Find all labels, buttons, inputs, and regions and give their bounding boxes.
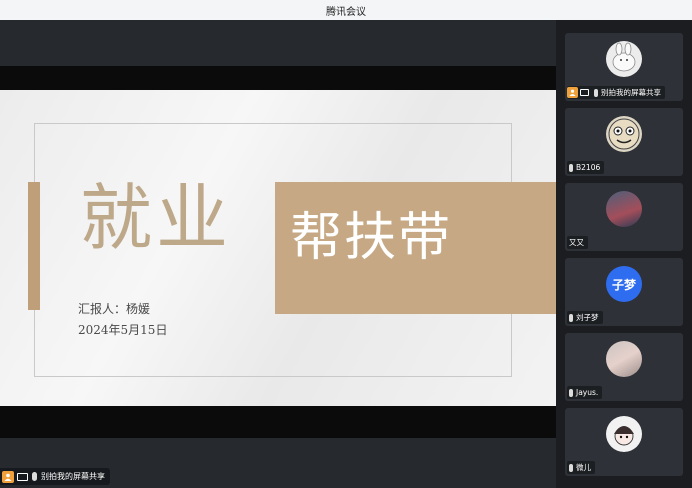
participant-tile[interactable]: 微儿 (565, 408, 683, 476)
participant-label: 刘子梦 (567, 311, 603, 324)
participant-tile[interactable]: Jayus. (565, 333, 683, 401)
participant-label: 微儿 (567, 461, 595, 474)
microphone-icon (569, 388, 573, 397)
avatar (606, 341, 642, 377)
shared-slide: 就业 帮扶带 汇报人：杨媛 2024年5月15日 (0, 90, 556, 406)
microphone-icon (569, 463, 573, 472)
slide-sub-title: 帮扶带 (290, 208, 453, 268)
avatar: 子梦 (606, 266, 642, 302)
screen-share-icon (580, 89, 589, 96)
avatar (606, 191, 642, 227)
participant-tile[interactable]: 子梦 刘子梦 (565, 258, 683, 326)
participant-label: B2106 (567, 161, 605, 174)
participant-label: 又又 (567, 236, 588, 249)
microphone-icon (594, 88, 598, 97)
host-icon (2, 470, 14, 483)
participant-label: 别拍我的屏幕共享 (567, 86, 665, 99)
participant-tile[interactable]: B2106 (565, 108, 683, 176)
avatar (606, 116, 642, 152)
participant-name: Jayus. (576, 388, 599, 397)
participant-label: Jayus. (567, 386, 603, 399)
sharer-name: 别拍我的屏幕共享 (41, 472, 105, 481)
slide-accent-bar (28, 182, 40, 310)
participant-tile[interactable]: 又又 (565, 183, 683, 251)
window-title: 腾讯会议 (326, 7, 366, 18)
slide-main-title: 就业 (80, 176, 233, 260)
screen-share-icon (17, 472, 28, 481)
microphone-icon (32, 472, 37, 481)
participant-name: 刘子梦 (576, 313, 599, 322)
host-icon (567, 87, 578, 98)
participant-name: 别拍我的屏幕共享 (601, 88, 661, 97)
participant-name: 微儿 (576, 463, 591, 472)
microphone-icon (569, 163, 573, 172)
participant-name: B2106 (576, 163, 601, 172)
slide-reporter: 汇报人：杨媛 (78, 302, 151, 316)
avatar (606, 41, 642, 77)
slide-date: 2024年5月15日 (78, 323, 168, 337)
title-bar: 腾讯会议 (0, 0, 692, 20)
letterbox-bottom (0, 406, 556, 438)
avatar (606, 416, 642, 452)
participant-name: 又又 (569, 238, 584, 247)
microphone-icon (569, 313, 573, 322)
letterbox-top (0, 66, 556, 90)
participant-sidebar[interactable]: 别拍我的屏幕共享 B2106 又又 子梦 刘子梦 Jayus. 微儿 (556, 20, 692, 488)
sharer-tag: 别拍我的屏幕共享 (0, 468, 110, 485)
participant-tile[interactable]: 别拍我的屏幕共享 (565, 33, 683, 101)
